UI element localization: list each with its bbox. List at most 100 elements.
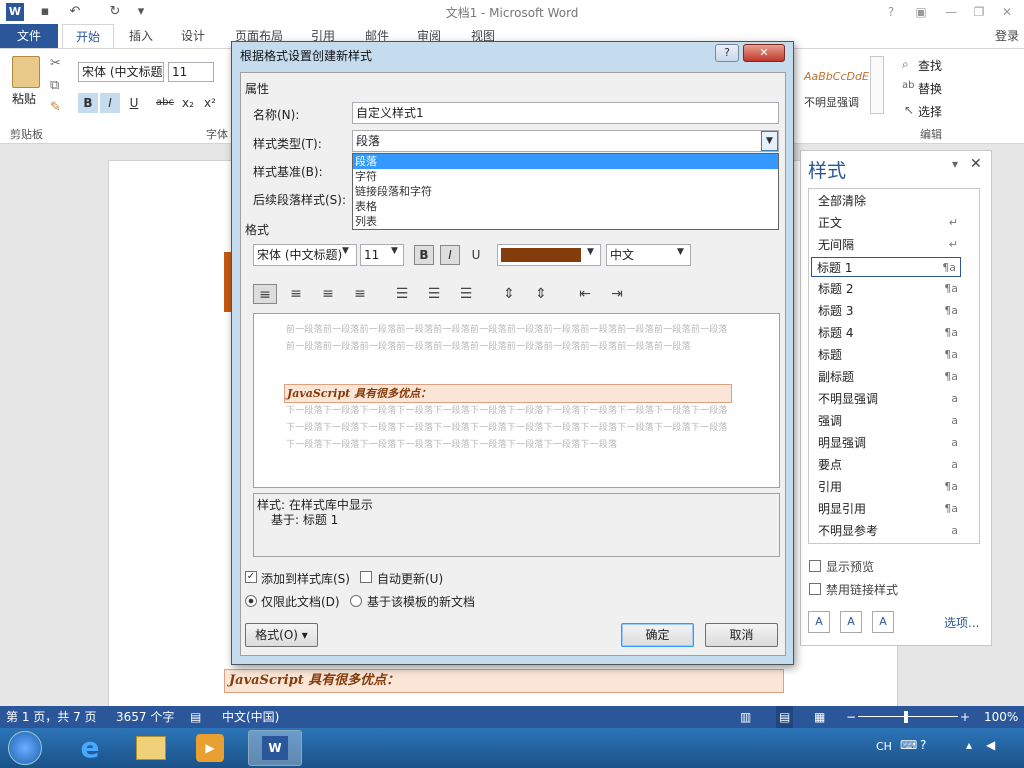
show-preview-checkbox[interactable]: [809, 560, 821, 572]
zoom-slider[interactable]: [858, 716, 958, 717]
select-button[interactable]: 选择: [918, 103, 942, 120]
restore-icon[interactable]: ❐: [968, 3, 990, 21]
font-color-arrow[interactable]: ▼: [587, 247, 594, 257]
only-this-doc-radio[interactable]: [245, 595, 257, 607]
style-preview[interactable]: AaBbCcDdE: [804, 70, 869, 83]
type-option[interactable]: 字符: [353, 169, 778, 184]
explorer-icon[interactable]: [136, 736, 166, 760]
auto-update-checkbox[interactable]: [360, 571, 372, 583]
increase-indent-icon[interactable]: ⇥: [605, 284, 629, 304]
tab-insert[interactable]: 插入: [120, 24, 162, 48]
find-icon[interactable]: ⌕: [902, 57, 909, 72]
media-player-icon[interactable]: ▶: [196, 734, 224, 762]
styles-options-link[interactable]: 选项...: [944, 614, 979, 631]
page-count[interactable]: 第 1 页，共 7 页: [6, 706, 97, 728]
style-item[interactable]: 全部清除: [816, 191, 962, 211]
style-item[interactable]: 引用 ¶a: [816, 477, 962, 497]
format-size-arrow[interactable]: ▼: [391, 246, 398, 256]
italic-button[interactable]: I: [100, 93, 120, 113]
ime-indicator[interactable]: CH: [876, 740, 892, 753]
format-underline-button[interactable]: U: [466, 245, 486, 265]
style-item[interactable]: 明显引用 ¶a: [816, 499, 962, 519]
format-painter-icon[interactable]: ✎: [50, 100, 61, 115]
only-this-doc-label[interactable]: 仅限此文档(D): [261, 593, 340, 610]
style-item[interactable]: 明显强调 a: [816, 433, 962, 453]
web-layout-icon[interactable]: ▦: [814, 706, 825, 728]
read-mode-icon[interactable]: ▥: [740, 706, 751, 728]
ie-icon[interactable]: e: [74, 732, 106, 764]
new-docs-radio[interactable]: [350, 595, 362, 607]
style-item[interactable]: 标题 4 ¶a: [816, 323, 962, 343]
styles-pane-close-icon[interactable]: ✕: [970, 156, 982, 172]
document-heading-line[interactable]: JavaScript 具有很多优点：: [224, 669, 784, 693]
type-dropdown-arrow[interactable]: ▼: [761, 131, 778, 151]
style-item[interactable]: 正文 ↵: [816, 213, 962, 233]
start-button-icon[interactable]: [8, 731, 42, 765]
replace-button[interactable]: 替换: [918, 80, 942, 97]
format-bold-button[interactable]: B: [414, 245, 434, 265]
disable-linked-checkbox[interactable]: [809, 583, 821, 595]
show-preview-label[interactable]: 显示预览: [826, 558, 874, 575]
align-center-icon[interactable]: ≡: [284, 284, 308, 304]
tab-home[interactable]: 开始: [62, 24, 114, 49]
signin-link[interactable]: 登录: [990, 24, 1024, 48]
style-item[interactable]: 不明显强调 a: [816, 389, 962, 409]
ok-button[interactable]: 确定: [621, 623, 694, 647]
auto-update-label[interactable]: 自动更新(U): [377, 570, 443, 587]
one-half-spacing-icon[interactable]: ☰: [422, 284, 446, 304]
minimize-icon[interactable]: —: [940, 3, 962, 21]
copy-icon[interactable]: ⧉: [50, 78, 59, 93]
type-option[interactable]: 列表: [353, 214, 778, 229]
dialog-help-button[interactable]: ?: [715, 44, 739, 62]
align-right-icon[interactable]: ≡: [316, 284, 340, 304]
type-select[interactable]: 段落: [352, 130, 779, 152]
format-menu-button[interactable]: 格式(O) ▾: [245, 623, 318, 647]
justify-icon[interactable]: ≡: [348, 284, 372, 304]
strike-button[interactable]: abc: [156, 93, 174, 113]
style-item[interactable]: 无间隔 ↵: [816, 235, 962, 255]
paste-icon[interactable]: [12, 56, 40, 88]
style-item[interactable]: 要点 a: [816, 455, 962, 475]
style-item[interactable]: 标题 1 ¶a: [811, 257, 961, 277]
language[interactable]: 中文(中国): [222, 706, 279, 728]
replace-icon[interactable]: ab: [902, 80, 914, 91]
style-scroll[interactable]: [870, 56, 884, 114]
align-left-icon[interactable]: ≡: [253, 284, 277, 304]
new-style-icon[interactable]: A: [808, 611, 830, 633]
add-to-gallery-checkbox[interactable]: ✓: [245, 571, 257, 583]
close-window-icon[interactable]: ✕: [996, 3, 1018, 21]
add-to-gallery-label[interactable]: 添加到样式库(S): [261, 570, 350, 587]
tray-arrow-icon[interactable]: ▴: [966, 738, 972, 752]
space-before-icon[interactable]: ⇕: [497, 284, 521, 304]
paste-label[interactable]: 粘贴: [12, 90, 36, 107]
format-italic-button[interactable]: I: [440, 245, 460, 265]
print-layout-icon[interactable]: ▤: [776, 706, 794, 728]
space-after-icon[interactable]: ⇕: [529, 284, 553, 304]
ribbon-display-icon[interactable]: ▣: [910, 3, 932, 21]
zoom-in-icon[interactable]: +: [960, 706, 970, 728]
style-item[interactable]: 强调 a: [816, 411, 962, 431]
dialog-close-button[interactable]: ✕: [743, 44, 785, 62]
ribbon-font-name[interactable]: 宋体 (中文标题: [78, 62, 164, 82]
style-item[interactable]: 副标题 ¶a: [816, 367, 962, 387]
proofing-icon[interactable]: ▤: [190, 706, 201, 728]
style-item[interactable]: 标题 3 ¶a: [816, 301, 962, 321]
style-item[interactable]: 不明显参考 a: [816, 521, 962, 541]
new-docs-label[interactable]: 基于该模板的新文档: [367, 593, 475, 610]
style-preview-name[interactable]: 不明显强调: [804, 94, 859, 110]
styles-pane-menu-icon[interactable]: ▾: [952, 157, 958, 171]
format-font-arrow[interactable]: ▼: [342, 246, 349, 256]
help-tray-icon[interactable]: ?: [920, 738, 926, 752]
style-inspector-icon[interactable]: A: [840, 611, 862, 633]
keyboard-icon[interactable]: ⌨: [900, 738, 917, 752]
double-spacing-icon[interactable]: ☰: [454, 284, 478, 304]
tab-file[interactable]: 文件: [0, 24, 58, 48]
type-option[interactable]: 链接段落和字符: [353, 184, 778, 199]
bold-button[interactable]: B: [78, 93, 98, 113]
select-icon[interactable]: ↖: [904, 103, 914, 117]
zoom-level[interactable]: 100%: [984, 706, 1018, 728]
script-arrow[interactable]: ▼: [677, 247, 684, 257]
disable-linked-label[interactable]: 禁用链接样式: [826, 581, 898, 598]
style-item[interactable]: 标题 ¶a: [816, 345, 962, 365]
cancel-button[interactable]: 取消: [705, 623, 778, 647]
